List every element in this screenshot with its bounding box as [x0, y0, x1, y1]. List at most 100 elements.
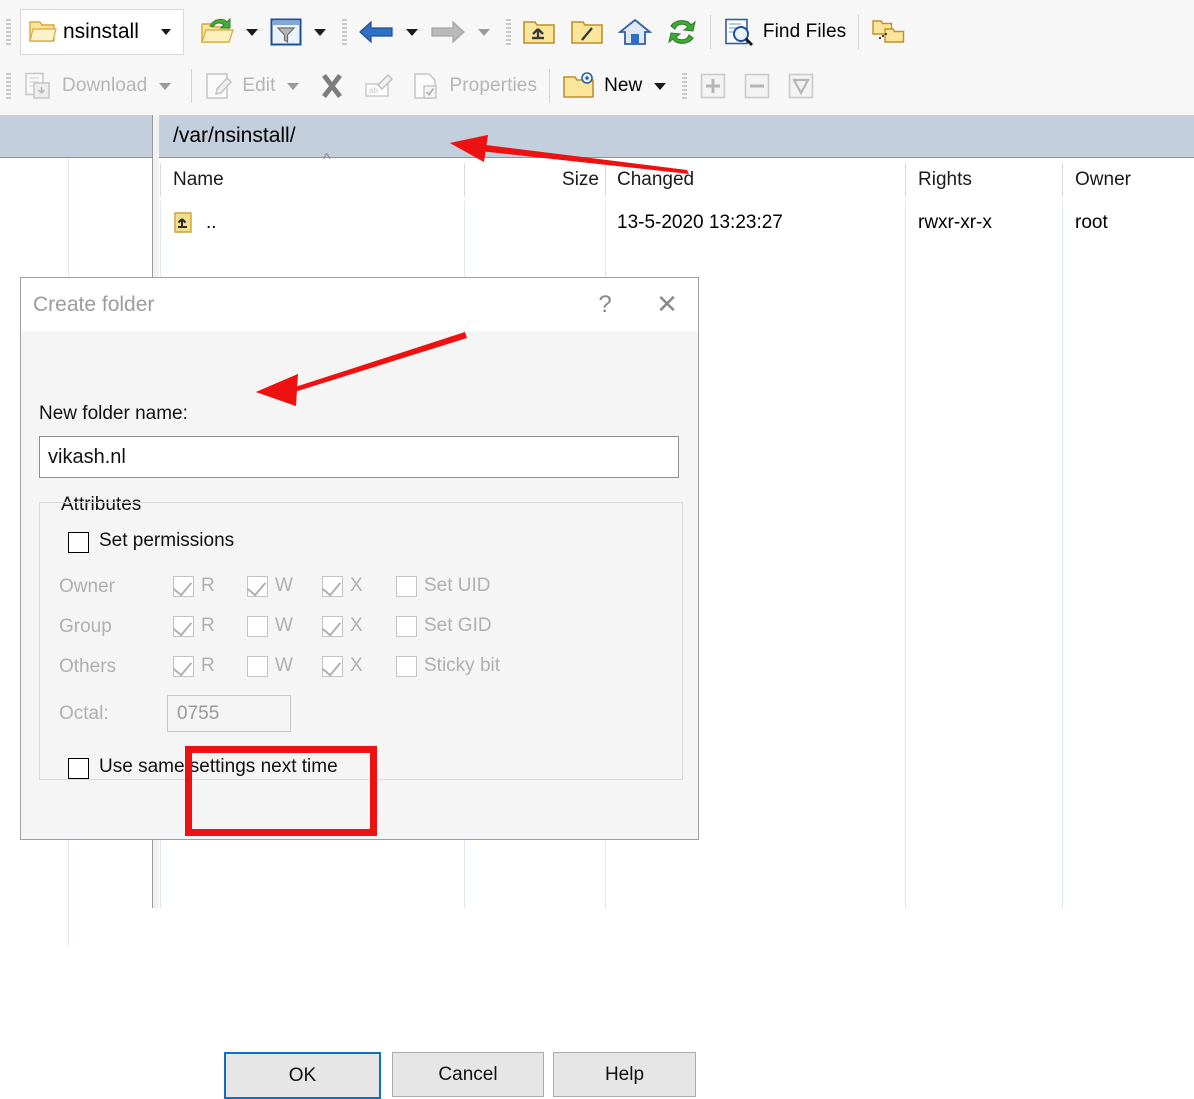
help-button[interactable]: Help	[553, 1052, 696, 1097]
owner-write-checkbox[interactable]	[246, 576, 268, 597]
others-execute-checkbox[interactable]	[321, 656, 343, 677]
back-button[interactable]	[356, 12, 396, 52]
new-button[interactable]: New	[560, 66, 644, 106]
column-header-size-label: Size	[562, 168, 599, 190]
delete-button[interactable]	[315, 66, 349, 106]
local-path-bar[interactable]	[0, 115, 158, 158]
owner-read-checkbox[interactable]	[172, 576, 194, 597]
remote-path-bar[interactable]: /var/nsinstall/	[159, 115, 1194, 158]
column-header-owner[interactable]: Owner	[1075, 158, 1131, 201]
parent-folder-icon	[173, 211, 199, 235]
header-divider-0	[160, 163, 161, 197]
two-folders-sync-icon	[871, 17, 905, 47]
file-list-header: Name ^ Size Changed Rights Owner	[159, 152, 1194, 201]
toolbar-grip-handle-4[interactable]	[4, 71, 13, 101]
remote-path-combobox-dropdown[interactable]	[149, 11, 183, 53]
folder-icon	[27, 18, 57, 46]
refresh-button[interactable]	[664, 12, 700, 52]
set-uid-checkbox[interactable]	[396, 576, 417, 597]
parent-directory-button[interactable]	[520, 12, 558, 52]
toolbar-grip-handle[interactable]	[4, 17, 13, 47]
select-remove-button	[740, 66, 774, 106]
properties-label: Properties	[449, 75, 538, 96]
find-files-button[interactable]: Find Files	[721, 12, 848, 52]
set-permissions-checkbox[interactable]	[68, 532, 89, 553]
column-header-size[interactable]: Size	[489, 158, 599, 201]
column-header-changed[interactable]: Changed	[617, 158, 694, 201]
folder-open-green-arrow-icon	[200, 17, 234, 47]
synchronize-browsing-button[interactable]	[869, 12, 907, 52]
toolbar-separator-2	[858, 15, 860, 49]
toolbar-grip-handle-5[interactable]	[680, 71, 690, 101]
others-read-checkbox[interactable]	[172, 656, 194, 677]
new-label: New	[604, 75, 643, 96]
group-read-label: R	[201, 615, 215, 636]
column-header-rights[interactable]: Rights	[918, 158, 972, 201]
toolbar-grip-handle-3[interactable]	[503, 17, 513, 47]
help-icon[interactable]: ?	[574, 279, 636, 331]
edit-dropdown	[287, 82, 300, 90]
close-icon[interactable]: ✕	[636, 279, 698, 331]
column-header-owner-label: Owner	[1075, 168, 1131, 190]
header-divider-3[interactable]	[905, 163, 906, 197]
edit-button: Edit	[202, 66, 277, 106]
minus-box-icon	[742, 71, 772, 101]
header-divider-2[interactable]	[605, 163, 606, 197]
find-files-magnifier-icon	[723, 17, 755, 47]
toolbar-row-secondary: Download Edit ab Properties New	[0, 60, 1194, 112]
octal-label: Octal:	[59, 703, 109, 724]
sticky-bit-label: Sticky bit	[424, 655, 501, 676]
set-gid-checkbox[interactable]	[396, 616, 417, 637]
root-directory-button[interactable]	[568, 12, 606, 52]
group-execute-label: X	[350, 615, 363, 636]
remote-path-combobox-value: nsinstall	[63, 20, 139, 43]
remote-path-text: /var/nsinstall/	[173, 124, 296, 147]
header-divider-1[interactable]	[464, 163, 465, 197]
owner-read-label: R	[201, 575, 215, 596]
use-same-settings-checkbox[interactable]	[68, 758, 89, 779]
open-directory-button[interactable]	[198, 12, 236, 52]
filter-dropdown[interactable]	[313, 28, 326, 36]
toolbar-grip-handle-2[interactable]	[339, 17, 349, 47]
column-header-rights-label: Rights	[918, 168, 972, 190]
group-execute-checkbox[interactable]	[321, 616, 343, 637]
header-divider-4[interactable]	[1062, 163, 1063, 197]
others-write-label: W	[275, 655, 293, 676]
toolbar-row-primary: nsinstall Find Files	[0, 6, 1194, 58]
delete-x-icon	[317, 71, 347, 101]
others-write-checkbox[interactable]	[247, 656, 268, 677]
dialog-title: Create folder	[33, 292, 155, 316]
others-read-label: R	[201, 655, 215, 676]
new-folder-name-input[interactable]	[39, 436, 679, 478]
new-dropdown[interactable]	[654, 82, 667, 90]
download-documents-icon	[22, 71, 54, 101]
download-label: Download	[62, 75, 148, 96]
group-read-checkbox[interactable]	[172, 616, 194, 637]
ok-button[interactable]: OK	[224, 1052, 381, 1099]
cancel-button[interactable]: Cancel	[392, 1052, 544, 1097]
column-header-name[interactable]: Name ^	[173, 152, 331, 201]
file-owner-cell: root	[1075, 211, 1108, 233]
select-invert-button	[784, 66, 818, 106]
open-directory-dropdown[interactable]	[245, 28, 258, 36]
permissions-row-group-label: Group	[59, 616, 112, 637]
permissions-row-others-label: Others	[59, 656, 117, 677]
dialog-title-bar[interactable]: Create folder ? ✕	[21, 278, 698, 331]
remote-path-combobox[interactable]: nsinstall	[20, 9, 184, 55]
octal-input[interactable]: 0755	[167, 695, 291, 732]
home-directory-button[interactable]	[616, 12, 654, 52]
back-dropdown[interactable]	[405, 28, 418, 36]
arrow-left-blue-icon	[358, 19, 394, 45]
column-header-name-label: Name	[173, 168, 224, 190]
owner-execute-checkbox[interactable]	[321, 576, 343, 597]
table-row[interactable]: .. 13-5-2020 13:23:27 rwxr-xr-x root	[159, 201, 1194, 244]
invert-selection-icon	[786, 71, 816, 101]
download-button: Download	[20, 66, 149, 106]
download-dropdown	[159, 82, 172, 90]
group-write-label: W	[275, 615, 293, 636]
filter-button[interactable]	[268, 12, 304, 52]
svg-text:ab: ab	[369, 86, 378, 95]
create-folder-dialog[interactable]: Create folder ? ✕ New folder name: Attri…	[20, 277, 699, 1099]
group-write-checkbox[interactable]	[247, 616, 268, 637]
sticky-bit-checkbox[interactable]	[396, 656, 417, 677]
